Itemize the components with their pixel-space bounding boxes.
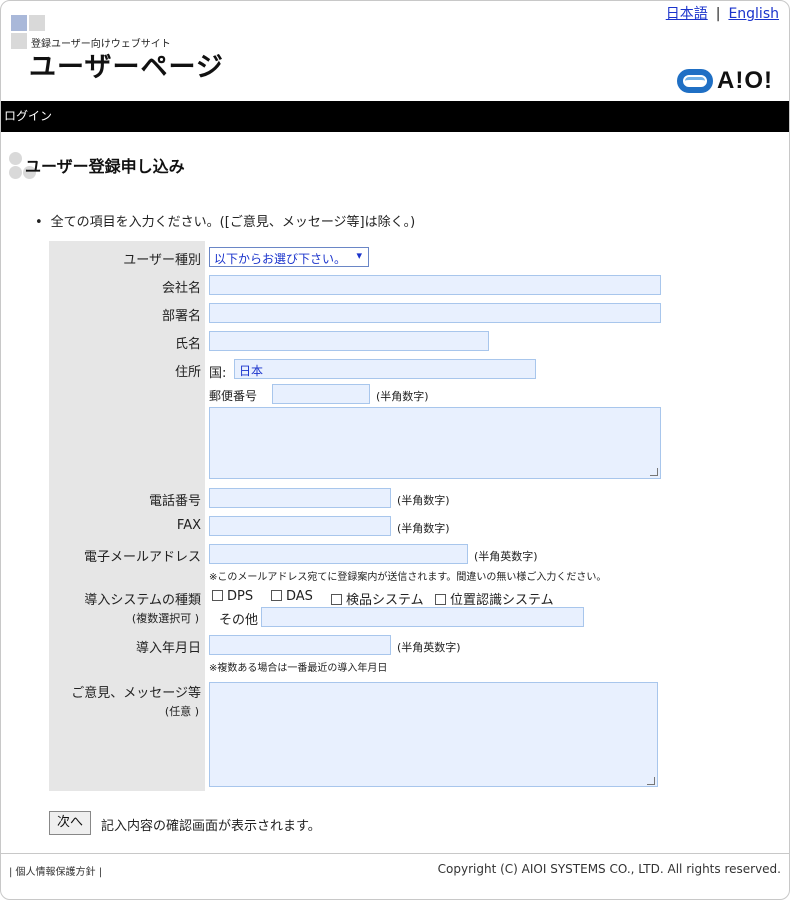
message-label: ご意見、メッセージ等 (任意 ): [49, 682, 201, 719]
nav-bar: ログイン: [1, 101, 789, 132]
option-label: 検品システム: [346, 593, 424, 608]
resize-handle-icon[interactable]: [650, 468, 658, 476]
lang-separator: |: [715, 6, 721, 22]
message-label-text: ご意見、メッセージ等: [71, 686, 201, 701]
section-heading: ユーザー登録申し込み: [1, 132, 789, 192]
next-button[interactable]: 次へ: [49, 811, 91, 835]
option-label: DAS: [286, 589, 313, 604]
other-label: その他: [219, 613, 259, 628]
systems-label-text: 導入システムの種類: [84, 593, 201, 608]
option-label: 位置認識システム: [450, 593, 554, 608]
user-type-value: 以下からお選び下さい。: [214, 252, 347, 266]
email-input[interactable]: [209, 544, 468, 564]
company-input[interactable]: [209, 275, 661, 295]
fax-input[interactable]: [209, 516, 391, 536]
checkbox[interactable]: [271, 590, 282, 601]
name-input[interactable]: [209, 331, 489, 351]
instruction-text: 全ての項目を入力ください。([ご意見、メッセージ等]は除く。): [35, 211, 416, 230]
postal-note: (半角数字): [376, 390, 429, 403]
install-date-input[interactable]: [209, 635, 391, 655]
systems-label: 導入システムの種類 (複数選択可 ): [49, 589, 201, 626]
message-sub-label: (任意 ): [164, 705, 199, 718]
system-option-dps[interactable]: DPS: [212, 589, 253, 604]
footer: | 個人情報保護方針 | Copyright (C) AIOI SYSTEMS …: [1, 853, 789, 899]
checkbox[interactable]: [331, 594, 342, 605]
address-textarea[interactable]: [209, 407, 661, 479]
phone-label: 電話番号: [148, 494, 201, 509]
fax-label: FAX: [176, 518, 201, 533]
language-switcher: 日本語 | English: [666, 3, 779, 23]
user-type-select[interactable]: 以下からお選び下さい。 ▾: [209, 247, 369, 267]
other-input[interactable]: [261, 607, 584, 627]
email-label: 電子メールアドレス: [83, 550, 201, 565]
circle: [9, 152, 22, 165]
site-title: ユーザーページ: [29, 52, 224, 83]
phone-note: (半角数字): [397, 494, 450, 507]
install-date-label: 導入年月日: [135, 641, 201, 656]
next-note: 記入内容の確認画面が表示されます。: [101, 819, 321, 834]
country-label: 国:: [209, 366, 227, 381]
email-note: (半角英数字): [474, 550, 538, 563]
copyright: Copyright (C) AIOI SYSTEMS CO., LTD. All…: [437, 862, 781, 876]
page-frame: 登録ユーザー向けウェブサイト ユーザーページ 日本語 | English A!O! …: [0, 0, 790, 900]
name-label: 氏名: [174, 337, 201, 352]
fax-note: (半角数字): [397, 522, 450, 535]
brand-name: A!O!: [717, 67, 773, 94]
system-option-inspection[interactable]: 検品システム: [331, 589, 424, 608]
system-option-positioning[interactable]: 位置認識システム: [435, 589, 554, 608]
logo-square: [29, 15, 45, 31]
brand-ring-icon: [677, 69, 714, 93]
email-hint: ※このメールアドレス宛てに登録案内が送信されます。間違いの無い様ご入力ください。: [209, 572, 607, 583]
nav-login[interactable]: ログイン: [4, 109, 52, 123]
company-label: 会社名: [161, 281, 201, 296]
department-label: 部署名: [161, 309, 201, 324]
option-label: DPS: [227, 589, 254, 604]
header: 登録ユーザー向けウェブサイト ユーザーページ 日本語 | English A!O!: [1, 1, 789, 101]
phone-input[interactable]: [209, 488, 391, 508]
checkbox[interactable]: [435, 594, 446, 605]
lang-japanese-link[interactable]: 日本語: [666, 6, 708, 22]
circle: [9, 166, 22, 179]
user-type-label: ユーザー種別: [123, 253, 201, 268]
systems-sub-label: (複数選択可 ): [131, 612, 199, 625]
address-label: 住所: [174, 365, 201, 380]
checkbox[interactable]: [212, 590, 223, 601]
section-title: ユーザー登録申し込み: [25, 157, 185, 176]
postal-label: 郵便番号: [209, 389, 258, 403]
logo-square: [11, 33, 27, 49]
logo-square: [11, 15, 27, 31]
postal-input[interactable]: [272, 384, 370, 404]
lang-english-link[interactable]: English: [728, 6, 779, 22]
chevron-down-icon: ▾: [356, 249, 362, 262]
brand-logo: A!O!: [677, 67, 773, 95]
install-date-note: (半角英数字): [397, 641, 461, 654]
country-input[interactable]: 日本: [234, 359, 536, 379]
resize-handle-icon[interactable]: [647, 777, 655, 785]
privacy-policy-link[interactable]: | 個人情報保護方針 |: [9, 863, 102, 878]
department-input[interactable]: [209, 303, 661, 323]
message-textarea[interactable]: [209, 682, 658, 787]
install-date-hint: ※複数ある場合は一番最近の導入年月日: [209, 663, 388, 674]
system-option-das[interactable]: DAS: [271, 589, 313, 604]
